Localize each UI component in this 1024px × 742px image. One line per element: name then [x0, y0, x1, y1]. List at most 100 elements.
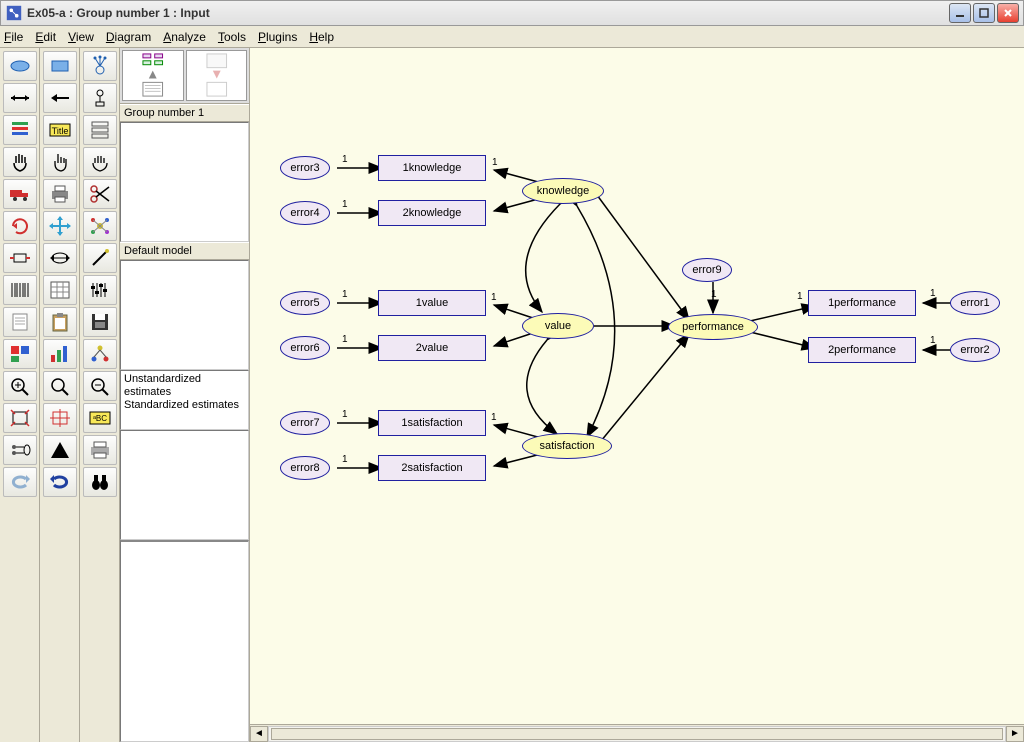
tool-palette-icon[interactable]: [3, 339, 37, 369]
menu-analyze[interactable]: Analyze: [163, 30, 206, 44]
tool-arrow-left[interactable]: [43, 83, 77, 113]
node-2performance[interactable]: 2performance: [808, 337, 916, 363]
tool-move-icon[interactable]: [43, 211, 77, 241]
tool-data-icon[interactable]: [3, 115, 37, 145]
minimize-button[interactable]: [949, 3, 971, 23]
tool-latent-icon[interactable]: [83, 51, 117, 81]
tool-print-icon[interactable]: [83, 435, 117, 465]
tool-barcode-icon[interactable]: [3, 275, 37, 305]
tool-fit-icon[interactable]: [3, 403, 37, 433]
menu-view[interactable]: View: [68, 30, 94, 44]
node-error9[interactable]: error9: [682, 258, 732, 282]
node-satisfaction[interactable]: satisfaction: [522, 433, 612, 459]
node-knowledge[interactable]: knowledge: [522, 178, 604, 204]
tool-switch-icon[interactable]: [83, 83, 117, 113]
scroll-right-button[interactable]: ►: [1006, 726, 1024, 742]
tool-zoom-mag[interactable]: [43, 371, 77, 401]
menu-edit[interactable]: Edit: [35, 30, 56, 44]
groups-panel-body[interactable]: [120, 122, 249, 242]
node-error8[interactable]: error8: [280, 456, 330, 480]
maximize-button[interactable]: [973, 3, 995, 23]
node-value[interactable]: value: [522, 313, 594, 339]
tool-stack-icon[interactable]: [83, 115, 117, 145]
tool-resize-h[interactable]: [3, 243, 37, 273]
tool-double-arrow[interactable]: [3, 83, 37, 113]
estimates-unstandardized[interactable]: Unstandardized estimates: [124, 373, 245, 399]
node-2knowledge[interactable]: 2knowledge: [378, 200, 486, 226]
models-panel-body[interactable]: [120, 260, 249, 370]
node-error5[interactable]: error5: [280, 291, 330, 315]
node-performance[interactable]: performance: [668, 314, 758, 340]
node-1value[interactable]: 1value: [378, 290, 486, 316]
svg-text:Title: Title: [51, 126, 68, 136]
node-error7[interactable]: error7: [280, 411, 330, 435]
tool-truck-icon[interactable]: [3, 179, 37, 209]
tool-pointer-hand[interactable]: [43, 147, 77, 177]
tool-rect[interactable]: [43, 51, 77, 81]
node-error2[interactable]: error2: [950, 338, 1000, 362]
tool-clipboard-icon[interactable]: [43, 307, 77, 337]
tool-zoom-out[interactable]: [83, 371, 117, 401]
menu-bar: File Edit View Diagram Analyze Tools Plu…: [0, 26, 1024, 48]
diagram-connections: [250, 48, 1024, 724]
node-2value[interactable]: 2value: [378, 335, 486, 361]
scroll-thumb[interactable]: [271, 728, 1003, 740]
tool-save-icon[interactable]: [83, 307, 117, 337]
tool-hand[interactable]: [3, 147, 37, 177]
node-2satisfaction[interactable]: 2satisfaction: [378, 455, 486, 481]
menu-tools[interactable]: Tools: [218, 30, 246, 44]
node-error6[interactable]: error6: [280, 336, 330, 360]
tool-abc-icon[interactable]: ᵃBC: [83, 403, 117, 433]
tool-target-icon[interactable]: [43, 403, 77, 433]
node-error3[interactable]: error3: [280, 156, 330, 180]
scroll-track[interactable]: [268, 726, 1006, 742]
groups-panel-header: Group number 1: [120, 104, 249, 122]
tool-triangle-icon[interactable]: [43, 435, 77, 465]
thumbnail-input-diagram[interactable]: [122, 50, 184, 101]
tool-sliders-icon[interactable]: [83, 275, 117, 305]
tool-grid-icon[interactable]: [43, 275, 77, 305]
scroll-left-button[interactable]: ◄: [250, 726, 268, 742]
close-button[interactable]: [997, 3, 1019, 23]
tool-zoom-in[interactable]: [3, 371, 37, 401]
label-one: 1: [491, 412, 497, 423]
node-error4[interactable]: error4: [280, 201, 330, 225]
menu-plugins[interactable]: Plugins: [258, 30, 297, 44]
tool-chart-icon[interactable]: [43, 339, 77, 369]
tool-page-icon[interactable]: [3, 307, 37, 337]
tool-palette-2: Title: [40, 48, 80, 742]
estimates-standardized[interactable]: Standardized estimates: [124, 399, 245, 412]
tool-ellipse-move[interactable]: [43, 243, 77, 273]
tool-network-icon[interactable]: [83, 211, 117, 241]
tool-printer-icon[interactable]: [43, 179, 77, 209]
menu-help[interactable]: Help: [309, 30, 334, 44]
thumbnail-output-diagram[interactable]: [186, 50, 248, 101]
tool-wand-icon[interactable]: [83, 243, 117, 273]
tool-tree-icon[interactable]: [83, 339, 117, 369]
label-one: 1: [342, 154, 348, 165]
tool-ellipse[interactable]: [3, 51, 37, 81]
canvas-area: error3 error4 error5 error6 error7 error…: [250, 48, 1024, 742]
tool-link1-icon[interactable]: [3, 435, 37, 465]
node-error1[interactable]: error1: [950, 291, 1000, 315]
estimates-panel[interactable]: Unstandardized estimates Standardized es…: [120, 370, 249, 430]
tool-undo-icon[interactable]: [3, 467, 37, 497]
node-1performance[interactable]: 1performance: [808, 290, 916, 316]
tool-binoculars-icon[interactable]: [83, 467, 117, 497]
tool-redo-icon[interactable]: [43, 467, 77, 497]
tool-scissors-icon[interactable]: [83, 179, 117, 209]
label-one: 1: [930, 288, 936, 299]
horizontal-scrollbar[interactable]: ◄ ►: [250, 724, 1024, 742]
label-one: 1: [491, 292, 497, 303]
output-panel[interactable]: [120, 540, 249, 742]
menu-file[interactable]: File: [4, 30, 23, 44]
node-1knowledge[interactable]: 1knowledge: [378, 155, 486, 181]
label-one: 1: [342, 199, 348, 210]
node-1satisfaction[interactable]: 1satisfaction: [378, 410, 486, 436]
parameters-panel[interactable]: [120, 430, 249, 540]
tool-rotate[interactable]: [3, 211, 37, 241]
diagram-canvas[interactable]: error3 error4 error5 error6 error7 error…: [250, 48, 1024, 724]
tool-title[interactable]: Title: [43, 115, 77, 145]
tool-grab-hand[interactable]: [83, 147, 117, 177]
menu-diagram[interactable]: Diagram: [106, 30, 151, 44]
